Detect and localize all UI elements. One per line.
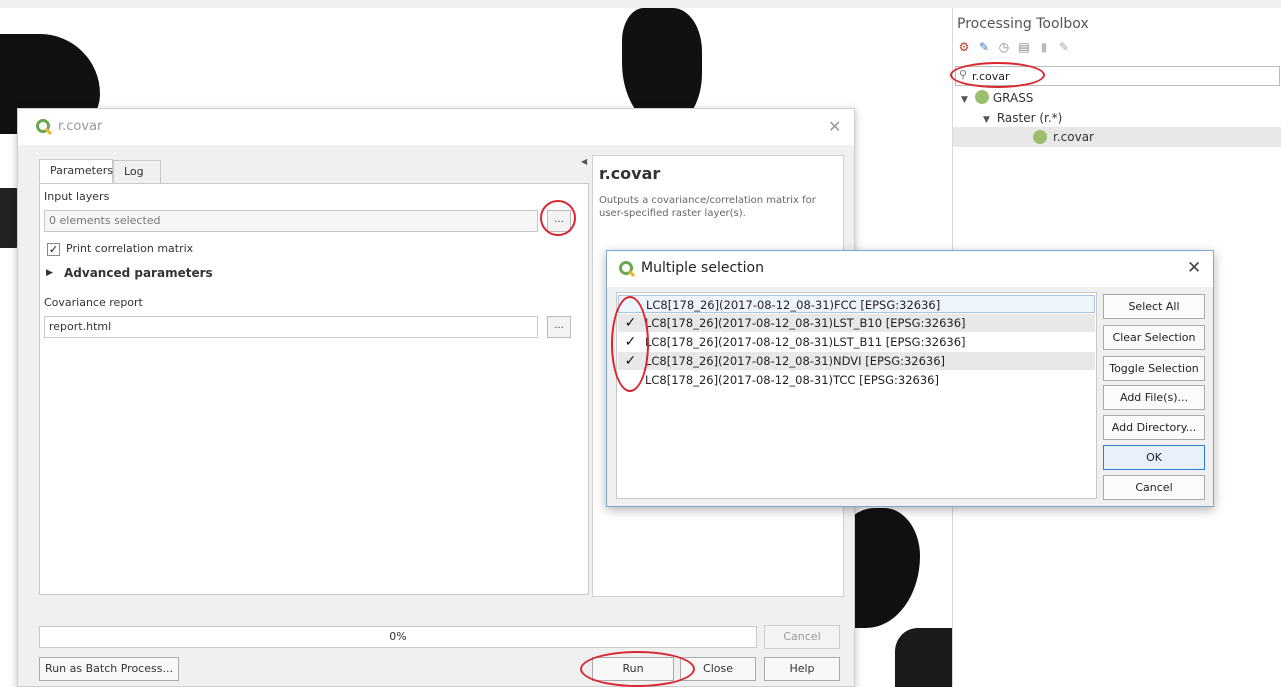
tree-item-grass[interactable]: ▼ GRASS	[961, 88, 1033, 108]
print-matrix-checkbox[interactable]: ✓	[47, 243, 60, 256]
input-layers-label: Input layers	[44, 190, 110, 203]
qgis-logo-icon	[619, 261, 635, 277]
parameters-panel: Input layers 0 elements selected ... ✓ P…	[39, 183, 589, 595]
multiple-selection-dialog: Multiple selection ✕ LC8[178_26](2017-08…	[606, 250, 1214, 507]
qgis-logo-icon	[36, 119, 52, 135]
list-item[interactable]: ✓ LC8[178_26](2017-08-12_08-31)LST_B10 […	[618, 314, 1095, 332]
help-description: Outputs a covariance/correlation matrix …	[599, 195, 816, 219]
toggle-selection-button[interactable]: Toggle Selection	[1103, 356, 1205, 381]
list-item[interactable]: LC8[178_26](2017-08-12_08-31)FCC [EPSG:3…	[618, 295, 1095, 313]
ms-titlebar: Multiple selection ✕	[607, 251, 1213, 287]
tab-parameters[interactable]: Parameters	[39, 159, 113, 183]
collapse-caret-icon[interactable]: ▼	[961, 90, 971, 110]
search-icon: ⚲	[959, 68, 968, 81]
clear-selection-button[interactable]: Clear Selection	[1103, 325, 1205, 350]
close-icon[interactable]: ✕	[1187, 258, 1201, 278]
tree-label-raster: Raster (r.*)	[996, 111, 1063, 125]
tree-label-grass: GRASS	[992, 91, 1034, 105]
item-label: LC8[178_26](2017-08-12_08-31)NDVI [EPSG:…	[645, 354, 946, 368]
print-matrix-label: Print correlation matrix	[66, 242, 194, 255]
input-layers-field[interactable]: 0 elements selected	[44, 210, 538, 232]
grass-icon	[974, 90, 989, 104]
item-label: LC8[178_26](2017-08-12_08-31)LST_B11 [EP…	[645, 335, 966, 349]
item-checkbox[interactable]	[625, 299, 638, 312]
covariance-report-field[interactable]: report.html	[44, 316, 538, 338]
batch-process-button[interactable]: Run as Batch Process...	[39, 657, 179, 681]
help-title: r.covar	[599, 164, 661, 183]
run-button[interactable]: Run	[592, 657, 674, 681]
ok-button[interactable]: OK	[1103, 445, 1205, 470]
add-files-button[interactable]: Add File(s)...	[1103, 385, 1205, 410]
toolbox-title: Processing Toolbox	[957, 16, 1089, 32]
results-icon[interactable]: ▤	[1017, 40, 1031, 54]
grass-icon	[1033, 130, 1047, 144]
add-directory-button[interactable]: Add Directory...	[1103, 415, 1205, 440]
advanced-expand-icon[interactable]: ▶	[46, 268, 53, 278]
item-label: LC8[178_26](2017-08-12_08-31)FCC [EPSG:3…	[646, 298, 941, 312]
cancel-button[interactable]: Cancel	[1103, 475, 1205, 500]
layer-list[interactable]: LC8[178_26](2017-08-12_08-31)FCC [EPSG:3…	[616, 292, 1097, 499]
item-label: LC8[178_26](2017-08-12_08-31)TCC [EPSG:3…	[645, 373, 939, 387]
models-icon[interactable]: ⚙	[957, 40, 971, 54]
tree-label-rcovar: r.covar	[1053, 130, 1094, 144]
covariance-browse-button[interactable]: ...	[547, 316, 571, 338]
select-all-button[interactable]: Select All	[1103, 294, 1205, 319]
help-button[interactable]: Help	[764, 657, 840, 681]
splitter-arrow-icon[interactable]: ◀	[581, 157, 587, 166]
item-checkbox[interactable]: ✓	[624, 354, 637, 368]
tree-item-rcovar[interactable]: r.covar	[953, 127, 1281, 147]
cancel-button[interactable]: Cancel	[764, 625, 840, 649]
raster-blob-bottom-right	[895, 628, 952, 687]
covariance-report-label: Covariance report	[44, 296, 143, 309]
progress-bar: 0%	[39, 626, 757, 648]
item-checkbox[interactable]: ✓	[624, 316, 637, 330]
advanced-parameters-toggle[interactable]: Advanced parameters	[64, 266, 213, 280]
list-item[interactable]: LC8[178_26](2017-08-12_08-31)TCC [EPSG:3…	[618, 371, 1095, 389]
input-layers-browse-button[interactable]: ...	[547, 210, 571, 232]
options-icon[interactable]: ✎	[1057, 40, 1071, 54]
search-input[interactable]	[972, 68, 1272, 84]
tree-item-raster[interactable]: ▼ Raster (r.*)	[983, 108, 1062, 128]
dialog-titlebar: r.covar ✕	[18, 109, 854, 145]
tab-log[interactable]: Log	[113, 160, 161, 184]
scripts-icon[interactable]: ✎	[977, 40, 991, 54]
dialog-title: r.covar	[58, 119, 103, 134]
list-item[interactable]: ✓ LC8[178_26](2017-08-12_08-31)LST_B11 […	[618, 333, 1095, 351]
top-strip	[0, 0, 1281, 8]
item-label: LC8[178_26](2017-08-12_08-31)LST_B10 [EP…	[645, 316, 966, 330]
close-button[interactable]: Close	[680, 657, 756, 681]
toolbox-search[interactable]: ⚲	[955, 66, 1280, 86]
list-item[interactable]: ✓ LC8[178_26](2017-08-12_08-31)NDVI [EPS…	[618, 352, 1095, 370]
item-checkbox[interactable]	[624, 374, 637, 387]
toolbox-toolbar: ⚙ ✎ ◷ ▤ ▮ ✎	[957, 38, 1071, 56]
history-icon[interactable]: ◷	[997, 40, 1011, 54]
ms-title: Multiple selection	[641, 260, 764, 276]
edit-features-icon[interactable]: ▮	[1037, 40, 1051, 54]
close-icon[interactable]: ✕	[828, 117, 841, 136]
item-checkbox[interactable]: ✓	[624, 335, 637, 349]
